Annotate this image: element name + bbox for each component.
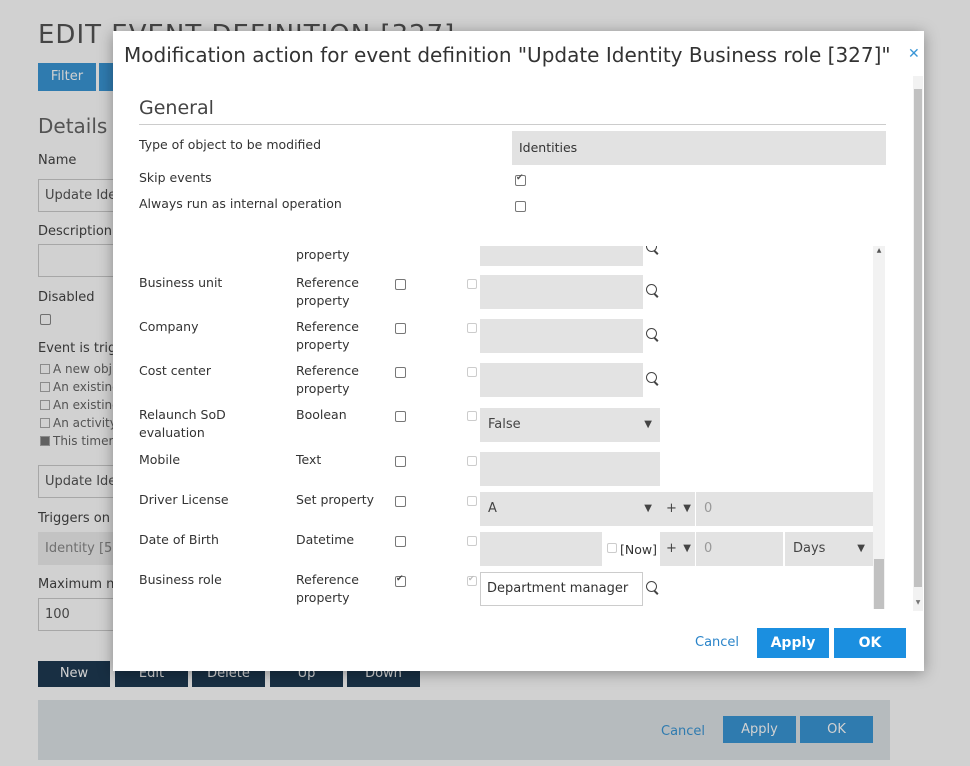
chevron-down-icon: ▼	[683, 503, 691, 514]
operator-select[interactable]: + ▼	[660, 492, 695, 526]
row-type: property	[296, 247, 350, 262]
internal-checkbox[interactable]	[515, 201, 526, 212]
skip-events-label: Skip events	[139, 170, 212, 185]
type-label: Type of object to be modified	[139, 137, 322, 152]
search-icon[interactable]	[645, 371, 661, 387]
list-scroll-up-icon[interactable]: ▲	[873, 247, 885, 254]
ok-button[interactable]: OK	[834, 628, 906, 658]
chevron-down-icon: ▼	[683, 543, 691, 554]
value-input[interactable]	[480, 363, 643, 397]
search-icon[interactable]	[645, 327, 661, 343]
type-value: Identities	[512, 131, 886, 165]
modify-checkbox[interactable]	[395, 367, 406, 378]
modify-checkbox[interactable]	[395, 574, 406, 587]
row-type: Reference property	[296, 572, 359, 605]
search-icon[interactable]	[645, 283, 661, 299]
date-input[interactable]	[480, 532, 602, 566]
modification-dialog: Modification action for event definition…	[113, 31, 924, 671]
row-type: Text	[296, 452, 322, 467]
row-name: Cost center	[139, 363, 211, 378]
search-icon[interactable]	[645, 246, 661, 256]
value-checkbox[interactable]	[467, 367, 477, 377]
row-name: Business unit	[139, 275, 223, 290]
row-name: Driver License	[139, 492, 229, 507]
value-input[interactable]	[480, 319, 643, 353]
list-scrollbar-thumb[interactable]	[874, 559, 884, 609]
value-input[interactable]	[480, 246, 643, 266]
row-type: Set property	[296, 492, 375, 507]
row-name: Company	[139, 319, 199, 334]
modify-checkbox[interactable]	[395, 456, 406, 467]
row-type: Reference property	[296, 319, 359, 352]
value-checkbox[interactable]	[467, 279, 477, 289]
now-checkbox[interactable]	[607, 543, 617, 553]
value-checkbox[interactable]	[467, 496, 477, 506]
unit-select[interactable]: Days ▼	[785, 532, 873, 566]
number-input[interactable]: 0	[696, 532, 783, 566]
boolean-select[interactable]: False ▼	[480, 408, 660, 442]
dialog-scrollbar-thumb[interactable]	[914, 89, 922, 587]
value-checkbox[interactable]	[467, 536, 477, 546]
dialog-title: Modification action for event definition…	[124, 43, 891, 67]
modify-checkbox[interactable]	[395, 536, 406, 547]
chevron-down-icon: ▼	[644, 503, 652, 514]
section-general: General	[139, 97, 214, 119]
close-icon[interactable]: ✕	[908, 46, 920, 62]
row-type: Reference property	[296, 363, 359, 396]
divider	[139, 124, 886, 125]
chevron-down-icon: ▼	[857, 543, 865, 554]
row-type: Datetime	[296, 532, 355, 547]
scroll-down-icon[interactable]: ▼	[913, 599, 923, 606]
row-name: Business role	[139, 572, 222, 587]
row-name: Date of Birth	[139, 532, 219, 547]
business-role-input[interactable]: Department manager	[480, 572, 643, 606]
value-checkbox[interactable]	[467, 574, 477, 586]
property-list: property Business unit Reference propert…	[137, 246, 886, 609]
modify-checkbox[interactable]	[395, 323, 406, 334]
operator-select[interactable]: + ▼	[660, 532, 695, 566]
now-label: [Now]	[620, 542, 657, 557]
internal-label: Always run as internal operation	[139, 196, 342, 211]
apply-button[interactable]: Apply	[757, 628, 829, 658]
value-checkbox[interactable]	[467, 411, 477, 421]
row-name: Mobile	[139, 452, 181, 467]
value-checkbox[interactable]	[467, 323, 477, 333]
chevron-down-icon: ▼	[644, 419, 652, 430]
skip-events-checkbox[interactable]	[515, 173, 526, 186]
search-icon[interactable]	[645, 580, 661, 596]
text-input[interactable]	[480, 452, 660, 486]
value-input[interactable]	[480, 275, 643, 309]
list-scrollbar[interactable]	[873, 246, 885, 609]
cancel-button[interactable]: Cancel	[695, 635, 739, 650]
row-type: Boolean	[296, 407, 347, 422]
modify-checkbox[interactable]	[395, 496, 406, 507]
value-checkbox[interactable]	[467, 456, 477, 466]
row-type: Reference property	[296, 275, 359, 308]
number-input[interactable]: 0	[696, 492, 873, 526]
modify-checkbox[interactable]	[395, 279, 406, 290]
row-name: Relaunch SoD evaluation	[139, 407, 226, 440]
set-value-select[interactable]: A ▼	[480, 492, 660, 526]
modify-checkbox[interactable]	[395, 411, 406, 422]
